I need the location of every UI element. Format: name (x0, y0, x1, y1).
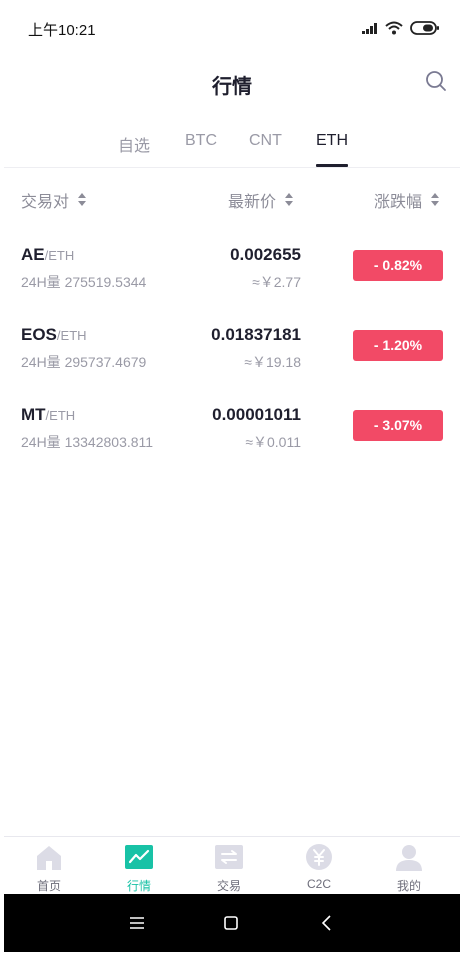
change-badge[interactable]: - 1.20% (353, 330, 443, 361)
tab-favorites[interactable]: 自选 (118, 132, 150, 156)
fiat-price: ≈￥0.011 (245, 434, 301, 450)
base-symbol: AE (21, 245, 45, 264)
market-tabs: 自选 BTC CNT ETH (4, 118, 460, 168)
active-tab-indicator (316, 164, 348, 167)
sort-by-change[interactable]: 涨跌幅 (374, 188, 440, 212)
market-list: AE/ETH 24H量 275519.5344 0.002655 ≈￥2.77 … (4, 226, 460, 466)
market-row[interactable]: AE/ETH 24H量 275519.5344 0.002655 ≈￥2.77 … (4, 226, 460, 306)
quote-symbol: /ETH (56, 328, 87, 343)
pair-name: MT/ETH (21, 405, 75, 425)
status-bar: 上午10:21 (4, 0, 460, 58)
exchange-icon (215, 843, 243, 871)
nav-label: 首页 (36, 879, 61, 893)
change-badge[interactable]: - 3.07% (353, 410, 443, 441)
sort-icon (78, 193, 87, 207)
header: 行情 (4, 58, 460, 108)
quote-symbol: /ETH (45, 408, 76, 423)
nav-label: C2C (306, 877, 331, 891)
pair-name: EOS/ETH (21, 325, 87, 345)
last-price: 0.01837181 (211, 325, 301, 344)
tab-eth[interactable]: ETH (316, 132, 348, 150)
column-header: 交易对 最新价 涨跌幅 (4, 170, 460, 225)
bottom-nav: 首页 行情 交易 C2C 我的 (4, 836, 460, 894)
nav-trade[interactable]: 交易 (184, 837, 274, 895)
last-price: 0.00001011 (212, 405, 301, 424)
change-badge[interactable]: - 0.82% (353, 250, 443, 281)
last-price: 0.002655 (230, 245, 301, 264)
chart-icon (125, 843, 153, 871)
home-button-icon[interactable] (222, 914, 240, 932)
home-icon (35, 843, 63, 871)
yen-icon (305, 843, 333, 871)
sort-by-price[interactable]: 最新价 (228, 188, 294, 212)
signal-icon (362, 22, 378, 34)
fiat-price: ≈￥19.18 (244, 354, 301, 370)
nav-label: 行情 (126, 879, 151, 893)
volume-24h: 24H量 295737.4679 (21, 354, 147, 370)
base-symbol: EOS (21, 325, 57, 344)
nav-profile[interactable]: 我的 (364, 837, 454, 895)
back-icon[interactable] (318, 914, 336, 932)
app-frame: 上午10:21 行情 自选 BTC CNT ETH 交易对 最新价 涨跌幅 AE… (4, 0, 460, 954)
sort-icon (285, 193, 294, 207)
status-icons (362, 20, 440, 36)
tab-btc[interactable]: BTC (185, 132, 217, 150)
base-symbol: MT (21, 405, 46, 424)
page-title: 行情 (212, 76, 252, 98)
volume-24h: 24H量 275519.5344 (21, 274, 147, 290)
user-icon (395, 843, 423, 871)
sort-by-pair[interactable]: 交易对 (21, 188, 87, 212)
change-column-label: 涨跌幅 (374, 194, 423, 211)
nav-c2c[interactable]: C2C (274, 837, 364, 895)
market-row[interactable]: EOS/ETH 24H量 295737.4679 0.01837181 ≈￥19… (4, 306, 460, 386)
search-icon[interactable] (424, 69, 448, 93)
price-column-label: 最新价 (228, 194, 277, 211)
fiat-price: ≈￥2.77 (252, 274, 301, 290)
pair-column-label: 交易对 (21, 194, 70, 211)
menu-icon[interactable] (128, 914, 146, 932)
sort-icon (431, 193, 440, 207)
status-time: 上午10:21 (28, 22, 96, 39)
battery-icon (410, 21, 440, 35)
nav-label: 交易 (216, 879, 241, 893)
nav-home[interactable]: 首页 (4, 837, 94, 895)
system-nav-bar (4, 894, 460, 952)
nav-label: 我的 (396, 879, 421, 893)
volume-24h: 24H量 13342803.811 (21, 434, 154, 450)
nav-market[interactable]: 行情 (94, 837, 184, 895)
market-row[interactable]: MT/ETH 24H量 13342803.811 0.00001011 ≈￥0.… (4, 386, 460, 466)
tab-cnt[interactable]: CNT (249, 132, 282, 150)
wifi-icon (385, 21, 403, 35)
quote-symbol: /ETH (44, 248, 75, 263)
pair-name: AE/ETH (21, 245, 74, 265)
